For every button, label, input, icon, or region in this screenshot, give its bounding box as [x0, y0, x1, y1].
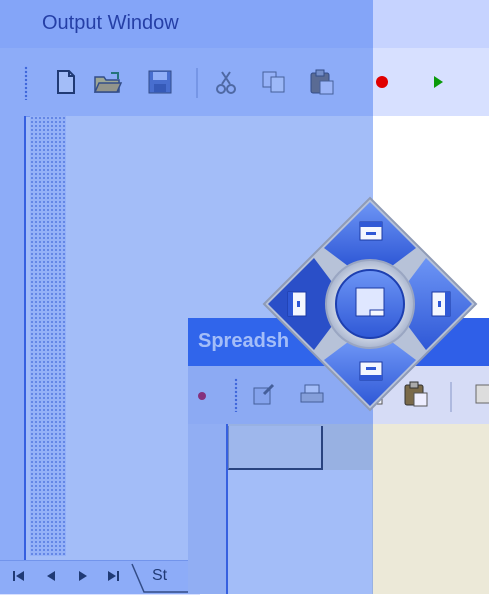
- spreadsheet-right-area: [372, 424, 489, 594]
- dock-center-target[interactable]: [335, 269, 405, 339]
- dock-compass: [262, 196, 478, 412]
- play-icon[interactable]: [422, 66, 454, 98]
